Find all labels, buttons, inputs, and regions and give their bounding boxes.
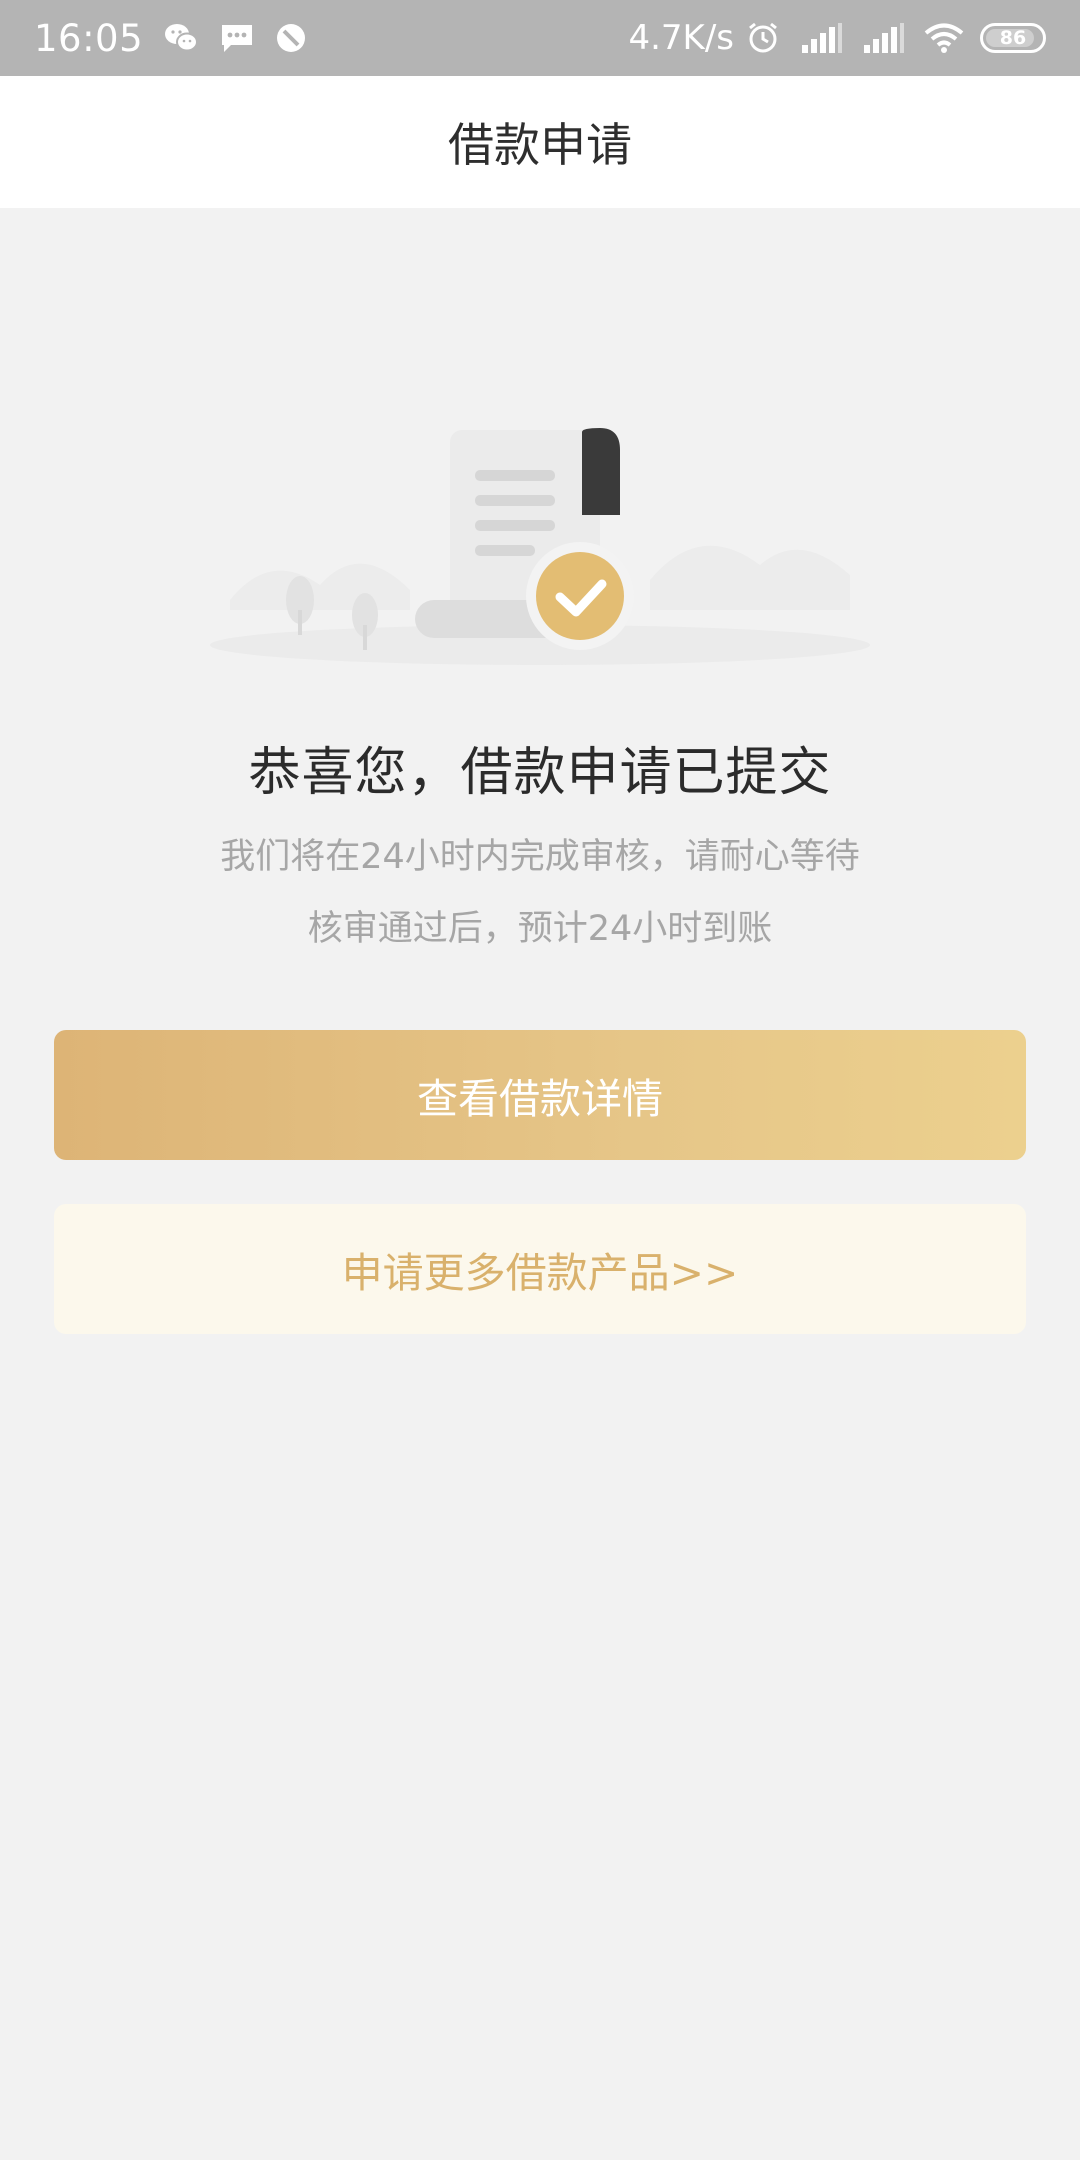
status-left: 16:05 xyxy=(34,17,307,60)
document-check-illustration xyxy=(210,428,870,665)
message-icon xyxy=(219,22,255,54)
success-illustration xyxy=(0,400,1080,700)
wifi-icon xyxy=(924,22,964,54)
nav-bar: 借款申请 xyxy=(0,76,1080,208)
alarm-icon xyxy=(746,21,780,55)
network-speed: 4.7K/s xyxy=(628,18,734,58)
do-not-disturb-icon xyxy=(275,22,307,54)
view-loan-details-button[interactable]: 查看借款详情 xyxy=(54,1030,1026,1160)
signal-icon xyxy=(862,23,904,53)
success-headline: 恭喜您，借款申请已提交 xyxy=(248,743,832,803)
signal-icon xyxy=(800,23,842,53)
status-bar: 16:05 4.7K/s 86 xyxy=(0,0,1080,76)
battery-level: 86 xyxy=(999,27,1027,49)
review-notice: 我们将在24小时内完成审核，请耐心等待 xyxy=(220,837,860,877)
arrival-notice: 核审通过后，预计24小时到账 xyxy=(307,909,773,949)
page-title: 借款申请 xyxy=(448,118,632,172)
status-time: 16:05 xyxy=(34,16,144,60)
apply-more-loans-button[interactable]: 申请更多借款产品>> xyxy=(54,1204,1026,1334)
status-right: 4.7K/s 86 xyxy=(628,18,1046,58)
battery-icon: 86 xyxy=(980,23,1046,53)
wechat-icon xyxy=(163,22,199,54)
